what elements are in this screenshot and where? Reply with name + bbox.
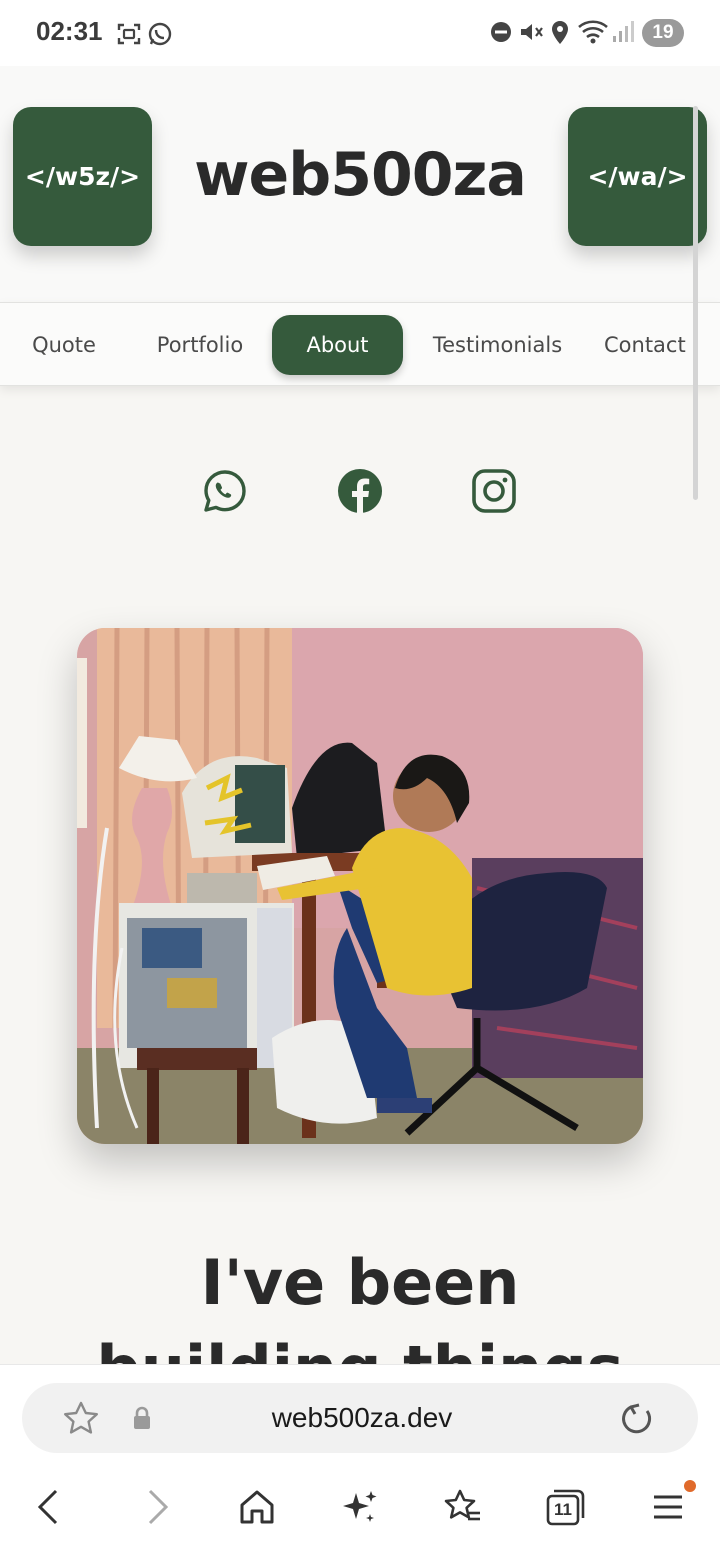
notification-dot xyxy=(684,1480,696,1492)
logo-left-text: </w5z/> xyxy=(24,162,141,191)
status-time: 02:31 xyxy=(36,16,103,46)
page-scrollbar[interactable] xyxy=(693,106,698,500)
instagram-icon[interactable] xyxy=(471,468,517,514)
facebook-icon[interactable] xyxy=(337,468,383,514)
address-bar[interactable]: web500za.dev xyxy=(22,1383,698,1453)
url-text[interactable]: web500za.dev xyxy=(222,1402,502,1434)
location-icon xyxy=(552,21,568,44)
battery-indicator: 19 xyxy=(642,19,684,47)
about-photo xyxy=(77,628,643,1144)
main-nav: Quote Portfolio About Testimonials Conta… xyxy=(0,302,720,386)
nav-item-about[interactable]: About xyxy=(272,315,403,375)
ai-sparkle-icon[interactable] xyxy=(340,1487,380,1527)
home-icon[interactable] xyxy=(237,1487,277,1527)
nav-item-testimonials[interactable]: Testimonials xyxy=(420,315,575,375)
nav-item-quote[interactable]: Quote xyxy=(18,315,110,375)
dnd-icon xyxy=(491,22,511,42)
status-bar: 02:31 19 xyxy=(0,0,720,66)
nav-item-portfolio[interactable]: Portfolio xyxy=(140,315,260,375)
whatsapp-icon[interactable] xyxy=(202,468,248,514)
forward-icon[interactable] xyxy=(136,1487,176,1527)
bookmarks-icon[interactable] xyxy=(442,1487,482,1527)
logo-left[interactable]: </w5z/> xyxy=(13,107,152,246)
headline-line-1: I've been xyxy=(200,1246,520,1319)
logo-right-text: </wa/> xyxy=(587,162,688,191)
tabs-button[interactable]: 11 xyxy=(546,1488,586,1526)
whatsapp-notification-icon xyxy=(148,22,172,46)
back-icon[interactable] xyxy=(30,1487,70,1527)
lock-icon xyxy=(134,1406,150,1429)
reload-icon[interactable] xyxy=(619,1401,655,1437)
signal-icon xyxy=(613,21,634,42)
wifi-icon xyxy=(578,20,608,44)
site-title[interactable]: web500za xyxy=(160,140,560,210)
mute-icon xyxy=(521,24,543,40)
screenshot-icon xyxy=(117,23,141,45)
logo-right[interactable]: </wa/> xyxy=(568,107,707,246)
menu-icon[interactable] xyxy=(648,1487,688,1527)
tab-count: 11 xyxy=(554,1500,572,1519)
browser-chrome: web500za.dev 11 xyxy=(0,1364,720,1560)
child-at-computer-image xyxy=(77,628,643,1144)
battery-level: 19 xyxy=(652,22,674,43)
bookmark-star-icon[interactable] xyxy=(62,1400,100,1436)
